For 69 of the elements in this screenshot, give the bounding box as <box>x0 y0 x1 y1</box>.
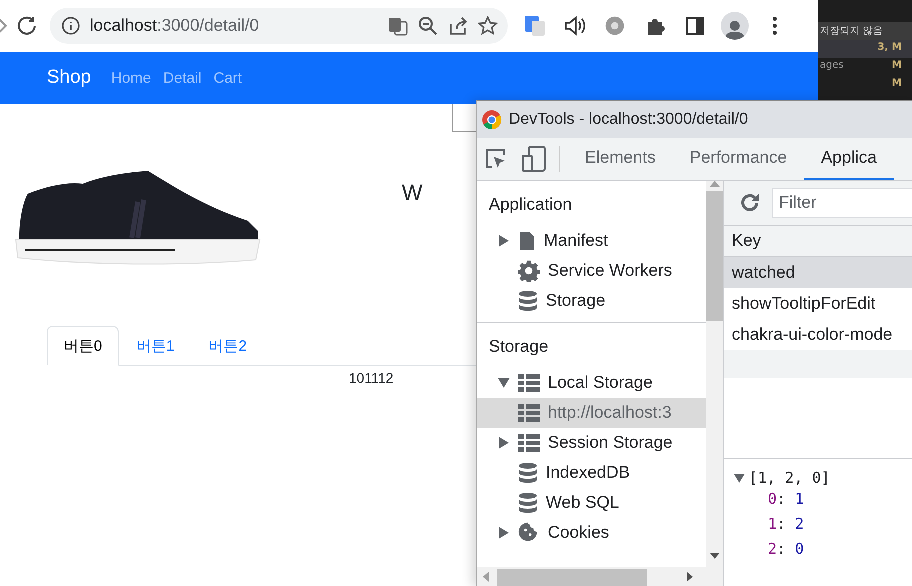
tab[interactable]: 버튼0 <box>47 326 120 366</box>
value-preview[interactable]: [1, 2, 0] <box>734 469 912 487</box>
product-title: W <box>402 180 423 206</box>
tab[interactable]: 버튼1 <box>119 326 192 366</box>
file-row[interactable]: ages M <box>818 58 912 76</box>
window-title: DevTools - localhost:3000/detail/0 <box>509 110 748 128</box>
database-icon <box>518 290 538 312</box>
address-bar[interactable]: localhost:3000/detail/0 <box>50 8 508 44</box>
browser-logo-icon <box>482 110 502 130</box>
zoom-out-icon <box>418 16 438 36</box>
inspect-icon <box>484 147 508 171</box>
array-entry: 0: 1 <box>767 489 806 510</box>
table-icon <box>518 374 540 392</box>
sidebar-item[interactable]: Cookies <box>477 518 706 548</box>
sidebar-item[interactable]: http://localhost:3 <box>477 398 706 428</box>
database-icon <box>518 462 538 484</box>
sidebar-item[interactable]: Local Storage <box>477 368 706 398</box>
table-icon <box>518 404 540 422</box>
table-row[interactable]: watched <box>724 257 912 288</box>
info-icon <box>62 17 80 35</box>
file-row[interactable]: 3, M <box>818 40 912 58</box>
puzzle-icon <box>645 16 665 36</box>
star-icon <box>478 16 498 36</box>
cookie-icon <box>518 522 540 544</box>
scroll-left-icon <box>483 572 489 582</box>
panel-tab[interactable]: Performance <box>672 138 804 180</box>
section-heading: Application <box>488 195 574 216</box>
array-entry: 2: 0 <box>767 539 806 560</box>
database-icon <box>518 492 538 514</box>
section-heading: Storage <box>488 337 550 358</box>
collapsed-arrow-icon <box>499 235 509 247</box>
refresh-icon <box>740 193 760 213</box>
panel-tab[interactable]: Elements <box>568 138 673 180</box>
scroll-right-icon <box>687 572 693 582</box>
table-row[interactable]: chakra-ui-color-mode <box>724 319 912 350</box>
reload-icon <box>17 16 37 36</box>
horizontal-scrollbar[interactable] <box>477 567 723 586</box>
sidebar-item[interactable]: Web SQL <box>477 488 706 518</box>
table-row[interactable]: showTooltipForEdit <box>724 288 912 319</box>
scroll-down-icon <box>710 553 720 559</box>
sidebar-item[interactable]: Manifest <box>477 226 706 256</box>
kebab-menu-icon <box>773 17 777 35</box>
share-icon <box>448 16 468 36</box>
sidebar-item[interactable]: Storage <box>477 286 706 316</box>
column-header[interactable]: Key <box>724 226 912 257</box>
translate-icon <box>524 15 546 37</box>
tab[interactable]: 버튼2 <box>192 326 264 366</box>
array-entry: 1: 2 <box>767 514 806 535</box>
sidebar-item[interactable]: Session Storage <box>477 428 706 458</box>
filter-field[interactable]: Filter <box>772 188 912 218</box>
collapsed-arrow-icon <box>499 527 509 539</box>
sidebar-item[interactable]: Service Workers <box>477 256 706 286</box>
tab-content-text: 101112 <box>349 370 394 386</box>
expanded-arrow-icon <box>734 474 745 482</box>
vertical-scrollbar[interactable] <box>706 181 723 567</box>
table-icon <box>518 434 540 452</box>
profile-button[interactable] <box>720 11 750 41</box>
translate-icon <box>388 16 408 36</box>
editor-tab-title: 저장되지 않음 <box>818 22 912 40</box>
collapsed-arrow-icon <box>499 437 509 449</box>
expanded-arrow-icon <box>498 378 510 388</box>
file-icon <box>518 230 536 252</box>
person-icon <box>725 18 745 40</box>
brand-link[interactable]: Shop <box>47 67 92 89</box>
side-panel-icon <box>686 17 704 35</box>
speaker-icon <box>564 15 586 37</box>
file-row[interactable]: M <box>818 76 912 94</box>
sidebar-item[interactable]: IndexedDB <box>477 458 706 488</box>
device-icon <box>522 146 546 172</box>
